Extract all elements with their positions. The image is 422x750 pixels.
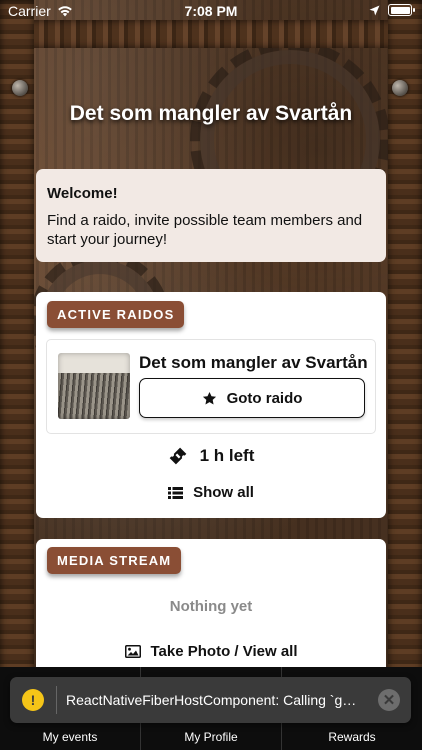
welcome-heading: Welcome! bbox=[47, 185, 118, 202]
welcome-card: Welcome! Find a raido, invite possible t… bbox=[36, 169, 386, 262]
empty-state-text: Nothing yet bbox=[169, 598, 253, 615]
media-stream-card: MEDIA STREAM Nothing yet Take Photo / Vi… bbox=[36, 539, 386, 679]
clock: 7:08 PM bbox=[184, 3, 238, 19]
bolt-decoration bbox=[12, 80, 28, 96]
goto-raido-label: Goto raido bbox=[226, 389, 303, 407]
list-icon bbox=[168, 486, 184, 499]
page-title: Det som mangler av Svartån bbox=[69, 102, 353, 125]
warning-icon: ! bbox=[22, 689, 44, 711]
tab-label: My Profile bbox=[184, 730, 238, 744]
status-indicators bbox=[369, 4, 415, 16]
bolt-decoration bbox=[392, 80, 408, 96]
ticket-icon bbox=[169, 447, 186, 465]
goto-raido-button[interactable]: Goto raido bbox=[139, 378, 365, 418]
active-raidos-label: ACTIVE RAIDOS bbox=[47, 301, 185, 328]
show-all-label: Show all bbox=[193, 484, 254, 501]
take-photo-link[interactable]: Take Photo / View all bbox=[36, 643, 386, 660]
battery-icon bbox=[388, 4, 415, 16]
location-arrow-icon bbox=[369, 5, 380, 15]
close-icon[interactable]: ✕ bbox=[378, 689, 400, 711]
tab-label: Rewards bbox=[328, 730, 376, 744]
status-bar: Carrier 7:08 PM bbox=[0, 0, 422, 22]
show-all-link[interactable]: Show all bbox=[36, 484, 386, 501]
active-raidos-card: ACTIVE RAIDOS Det som mangler av Svartån… bbox=[36, 292, 386, 518]
raido-name: Det som mangler av Svartån bbox=[139, 353, 368, 372]
wood-frame-top bbox=[0, 20, 422, 48]
toast-divider bbox=[56, 686, 57, 714]
image-icon bbox=[124, 645, 141, 658]
star-icon bbox=[202, 391, 216, 404]
raido-list-item[interactable]: Det som mangler av Svartån Goto raido bbox=[46, 339, 376, 434]
tab-label: My events bbox=[42, 730, 98, 744]
time-left: 1 h left bbox=[36, 446, 386, 466]
welcome-text: Find a raido, invite possible team membe… bbox=[47, 212, 363, 248]
time-left-text: 1 h left bbox=[199, 446, 255, 465]
warning-toast[interactable]: ! ReactNativeFiberHostComponent: Calling… bbox=[10, 677, 411, 723]
raido-thumbnail bbox=[58, 353, 130, 419]
toast-message: ReactNativeFiberHostComponent: Calling `… bbox=[66, 692, 364, 708]
media-stream-label: MEDIA STREAM bbox=[47, 547, 182, 574]
take-photo-label: Take Photo / View all bbox=[150, 643, 298, 660]
